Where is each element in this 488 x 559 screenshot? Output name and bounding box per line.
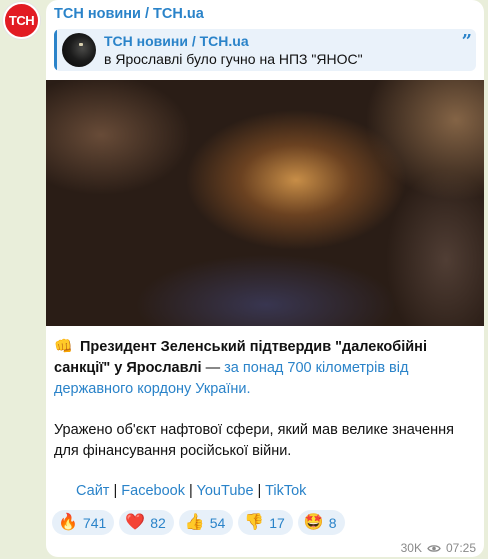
star-eyes-icon: 🤩 xyxy=(303,513,324,531)
thumbs-down-icon: 👎 xyxy=(244,513,265,531)
reaction-thumbs-up[interactable]: 👍 54 xyxy=(178,510,234,535)
reaction-star-eyes[interactable]: 🤩 8 xyxy=(297,510,345,535)
reaction-count: 54 xyxy=(209,514,226,531)
channel-avatar[interactable]: ТСН xyxy=(3,2,40,39)
fire-icon: 🔥 xyxy=(58,513,78,531)
message-paragraph-2: Уражено об'єкт нафтової сфери, який мав … xyxy=(54,422,454,459)
message-dash: — xyxy=(201,360,225,376)
link-separator: | xyxy=(109,483,122,499)
reply-accent-bar xyxy=(54,29,57,71)
fist-icon: 👊 xyxy=(54,338,73,355)
social-links: Сайт | Facebook | YouTube | TikTok xyxy=(76,483,306,499)
view-count: 30K xyxy=(400,541,422,555)
reaction-count: 17 xyxy=(269,514,285,531)
link-site[interactable]: Сайт xyxy=(76,483,109,499)
message-bubble: ТСН новини / TCH.ua ТСН новини / TCH.ua … xyxy=(46,0,484,557)
blurred-video-thumbnail[interactable] xyxy=(46,80,484,326)
quote-icon: ” xyxy=(461,31,472,52)
reaction-count: 741 xyxy=(82,514,107,531)
link-separator: | xyxy=(253,483,266,499)
heart-icon: ❤️ xyxy=(125,513,146,531)
reactions-bar: 🔥 741 ❤️ 82 👍 54 👎 17 🤩 8 xyxy=(52,510,345,535)
message-footer: 30K 07:25 xyxy=(401,541,476,555)
reaction-heart[interactable]: ❤️ 82 xyxy=(119,510,174,535)
thumbs-up-icon: 👍 xyxy=(184,513,205,531)
message-paragraph-1: 👊 Президент Зеленський підтвердив "далеко… xyxy=(54,336,474,400)
message-time: 07:25 xyxy=(445,541,476,555)
reaction-count: 8 xyxy=(328,514,337,531)
reply-text: в Ярославлі було гучно на НПЗ "ЯНОС" xyxy=(104,51,363,67)
eye-icon xyxy=(427,544,441,552)
reaction-thumbs-down[interactable]: 👎 17 xyxy=(238,510,293,535)
reply-preview[interactable]: ТСН новини / TCH.ua в Ярославлі було гуч… xyxy=(54,29,476,71)
reply-thumbnail xyxy=(62,33,96,67)
link-tiktok[interactable]: TikTok xyxy=(265,483,306,499)
reply-title: ТСН новини / TCH.ua xyxy=(104,33,249,49)
reaction-fire[interactable]: 🔥 741 xyxy=(52,510,115,535)
channel-name[interactable]: ТСН новини / TCH.ua xyxy=(54,6,204,22)
channel-avatar-text: ТСН xyxy=(8,13,35,28)
link-youtube[interactable]: YouTube xyxy=(197,483,254,499)
link-separator: | xyxy=(184,483,197,499)
link-facebook[interactable]: Facebook xyxy=(121,483,185,499)
reaction-count: 82 xyxy=(150,514,166,531)
